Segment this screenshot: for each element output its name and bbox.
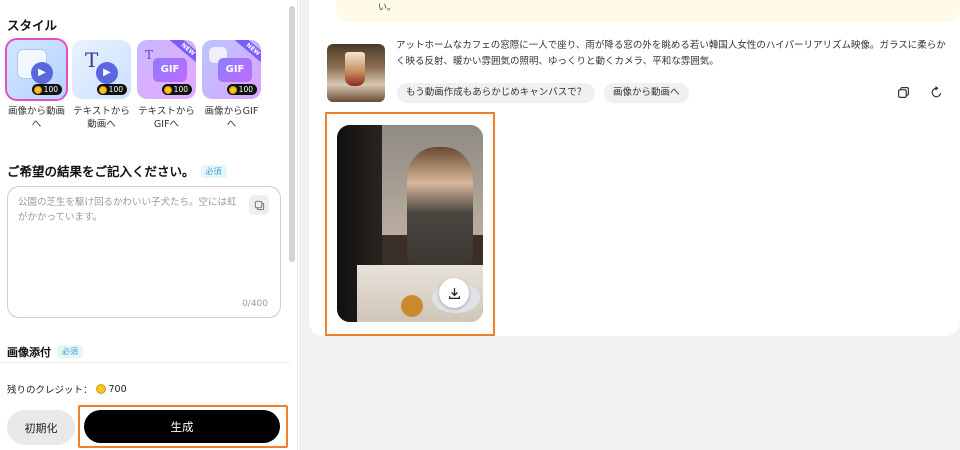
chat-area: い。 アットホームなカフェの窓際に一人で座り、雨が降る窓の外を眺める若い韓国人女…: [299, 0, 960, 450]
remaining-credits: 残りのクレジット： 700: [7, 382, 127, 397]
gif-icon: GIF: [218, 58, 252, 82]
notice-banner: い。: [336, 0, 960, 22]
style-label: 画像から動画へ: [7, 106, 65, 130]
cost-badge: 100: [161, 84, 192, 95]
suggestion-chip-canvas[interactable]: もう動画作成もあらかじめキャンバスで？: [397, 83, 596, 103]
copy-icon: [254, 200, 264, 210]
style-thumbnail[interactable]: NEW T GIF 100: [137, 40, 196, 99]
divider: [0, 362, 290, 363]
cost-badge: 100: [31, 84, 62, 95]
required-badge: 必須: [57, 345, 83, 358]
copy-button[interactable]: [895, 84, 911, 100]
prompt-section-title: ご希望の結果をご記入ください。 必須: [7, 161, 227, 180]
generate-highlight: 生成: [78, 405, 288, 448]
coin-icon: [98, 85, 107, 94]
cost-value: 100: [108, 85, 123, 94]
parfait-glass: [345, 52, 365, 86]
attach-section-title: 画像添付 必須: [7, 344, 83, 360]
style-label: テキストからGIFへ: [138, 106, 195, 130]
cup: [401, 295, 423, 317]
prompt-field[interactable]: 0/400: [7, 186, 281, 318]
play-icon: ▶: [31, 62, 53, 84]
char-count: 0/400: [242, 299, 268, 309]
prompt-title-text: ご希望の結果をご記入ください。: [7, 164, 195, 179]
reference-image-thumbnail[interactable]: [327, 44, 385, 102]
generated-video-preview[interactable]: [337, 125, 483, 322]
coin-icon: [95, 384, 106, 394]
style-thumbnail[interactable]: T ▶ 100: [72, 40, 131, 99]
panel-scrollbar[interactable]: [289, 6, 295, 262]
style-thumbnail[interactable]: ▶ 100: [5, 38, 68, 101]
style-option-text-to-video[interactable]: T ▶ 100 テキストから動画へ: [72, 40, 131, 131]
copy-button[interactable]: [249, 195, 269, 215]
prompt-input[interactable]: [18, 195, 238, 255]
text-icon: T: [145, 48, 154, 62]
gif-icon: GIF: [153, 58, 187, 82]
cost-value: 100: [173, 85, 188, 94]
result-highlight: [325, 112, 495, 336]
play-icon: ▶: [96, 62, 118, 84]
chat-card: い。 アットホームなカフェの窓際に一人で座り、雨が降る窓の外を眺める若い韓国人女…: [309, 0, 960, 336]
settings-panel: スタイル ▶ 100 画像から動画へ T ▶ 100 テキストから動画へ NEW…: [0, 0, 298, 450]
required-badge: 必須: [200, 165, 227, 178]
regenerate-button[interactable]: [928, 84, 944, 100]
notice-text: い。: [378, 3, 397, 13]
credits-value: 700: [108, 383, 127, 395]
download-icon: [448, 287, 460, 299]
cost-badge: 100: [96, 84, 127, 95]
style-option-image-to-gif[interactable]: NEW GIF 100 画像からGIFへ: [202, 40, 261, 131]
copy-icon: [897, 86, 909, 98]
coin-icon: [33, 85, 42, 94]
style-label: 画像からGIFへ: [204, 106, 259, 130]
generate-button[interactable]: 生成: [84, 410, 280, 443]
attach-title-text: 画像添付: [7, 346, 51, 359]
cost-badge: 100: [226, 84, 257, 95]
style-option-image-to-video[interactable]: ▶ 100 画像から動画へ: [5, 38, 68, 131]
coin-icon: [228, 85, 237, 94]
coin-icon: [163, 85, 172, 94]
style-option-text-to-gif[interactable]: NEW T GIF 100 テキストからGIFへ: [137, 40, 196, 131]
suggestion-chip-image-to-video[interactable]: 画像から動画へ: [604, 83, 689, 103]
cost-value: 100: [43, 85, 58, 94]
prompt-message-text: アットホームなカフェの窓際に一人で座り、雨が降る窓の外を眺める若い韓国人女性のハ…: [396, 40, 946, 67]
style-label: テキストから動画へ: [73, 106, 130, 130]
style-thumbnail[interactable]: NEW GIF 100: [202, 40, 261, 99]
style-section-title: スタイル: [7, 18, 58, 33]
reset-button[interactable]: 初期化: [7, 410, 75, 445]
person-figure: [407, 147, 473, 267]
cost-value: 100: [238, 85, 253, 94]
refresh-icon: [931, 85, 941, 97]
download-button[interactable]: [439, 278, 469, 308]
credits-label: 残りのクレジット：: [7, 385, 93, 396]
